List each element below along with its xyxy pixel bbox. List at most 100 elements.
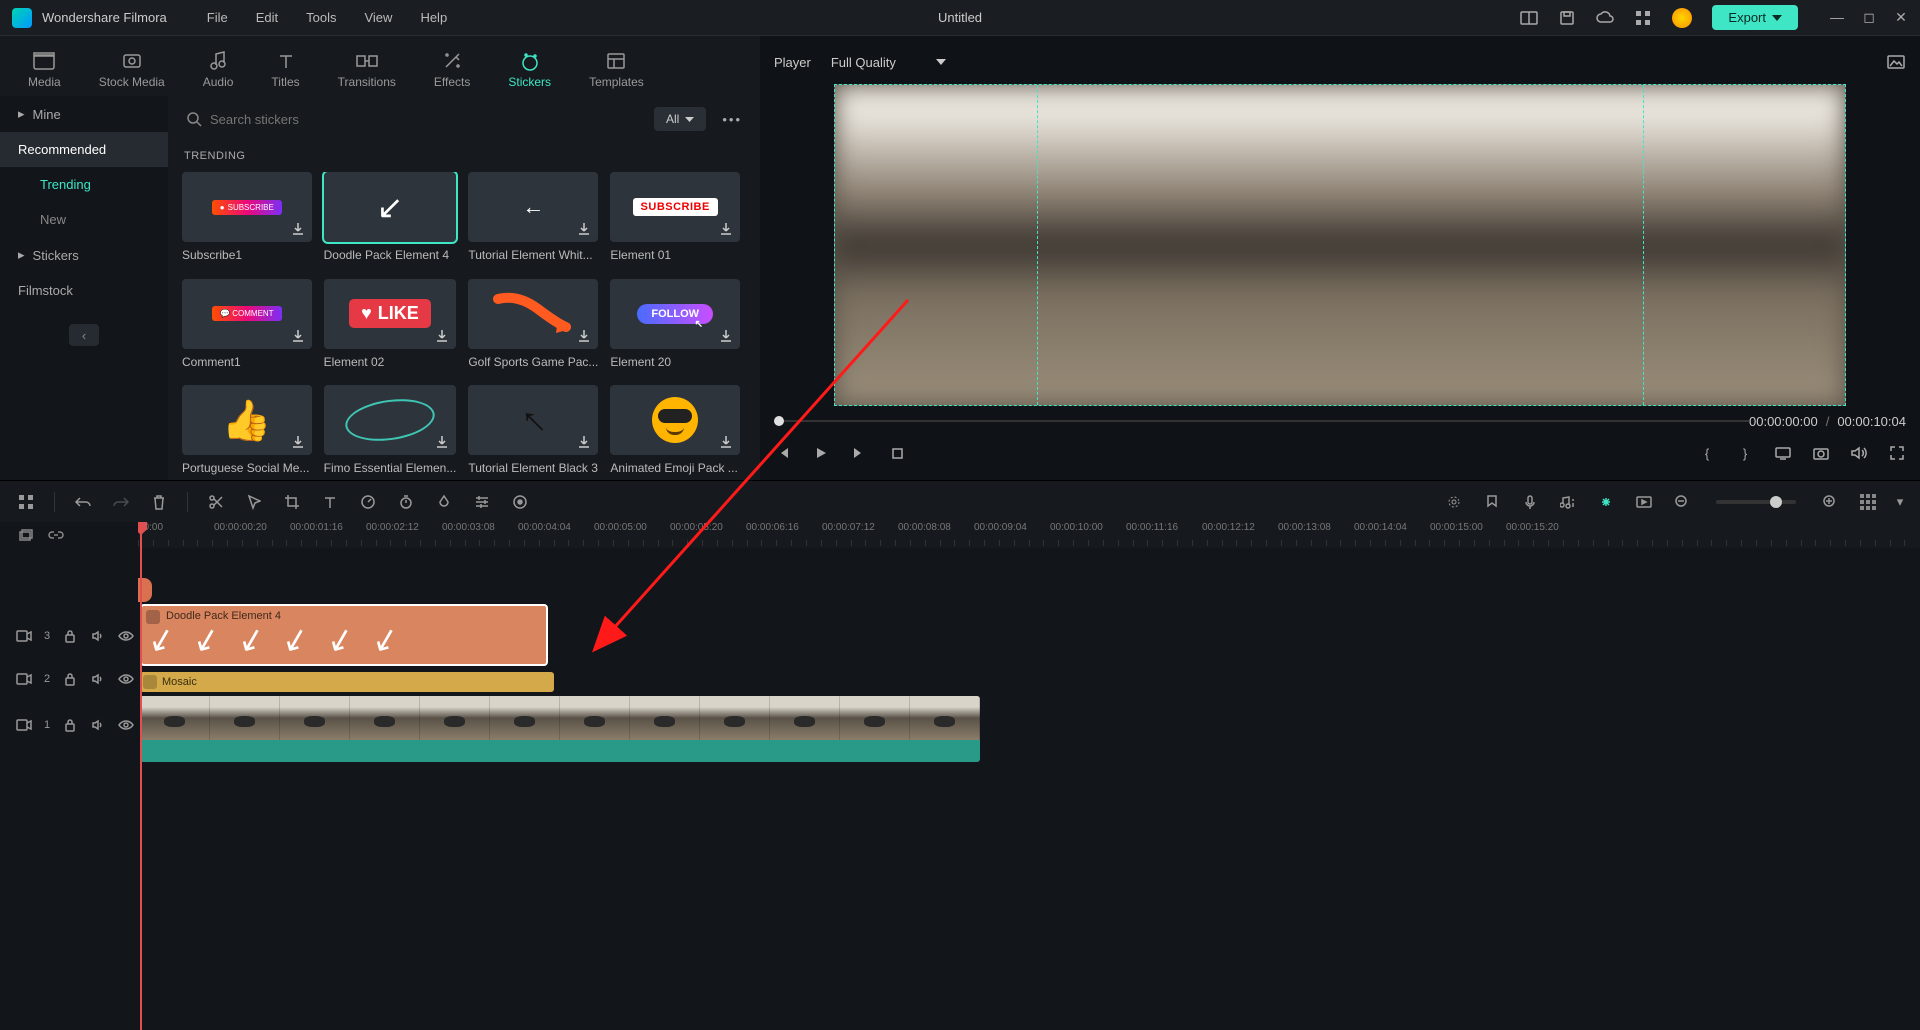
split-button[interactable] xyxy=(206,492,226,512)
mute-icon[interactable] xyxy=(90,671,106,687)
tab-titles[interactable]: Titles xyxy=(261,42,309,96)
sticker-card[interactable]: ♥ LIKEElement 02 xyxy=(324,279,457,374)
sidebar-sub-new[interactable]: New xyxy=(0,202,168,237)
sticker-card[interactable]: ←Tutorial Element Whit... xyxy=(468,172,598,267)
mark-in-button[interactable]: { xyxy=(1698,444,1716,462)
sticker-card[interactable]: Golf Sports Game Pac... xyxy=(468,279,598,374)
lock-icon[interactable] xyxy=(62,628,78,644)
more-options-button[interactable]: ••• xyxy=(718,108,746,131)
display-button[interactable] xyxy=(1774,444,1792,462)
user-avatar-icon[interactable] xyxy=(1672,8,1692,28)
grid-toggle-icon[interactable] xyxy=(16,492,36,512)
menu-view[interactable]: View xyxy=(364,10,392,25)
magnetic-button[interactable] xyxy=(1596,492,1616,512)
window-maximize-icon[interactable]: ◻ xyxy=(1862,9,1876,26)
snapshot-button[interactable] xyxy=(1886,54,1906,70)
mute-icon[interactable] xyxy=(90,717,106,733)
sidebar-item-stickers[interactable]: ▸Stickers xyxy=(0,237,168,273)
track-header-1[interactable]: 1 xyxy=(0,690,138,760)
sticker-card[interactable]: 👍Portuguese Social Me... xyxy=(182,385,312,480)
export-button[interactable]: Export xyxy=(1712,5,1798,30)
menu-edit[interactable]: Edit xyxy=(256,10,278,25)
volume-button[interactable] xyxy=(1850,444,1868,462)
layout-icon[interactable] xyxy=(1520,9,1538,27)
marker-button[interactable] xyxy=(1482,492,1502,512)
download-icon[interactable] xyxy=(718,328,734,344)
timer-button[interactable] xyxy=(396,492,416,512)
link-button[interactable] xyxy=(48,527,64,543)
add-track-button[interactable] xyxy=(18,527,34,543)
sticker-card[interactable]: FOLLOW↖Element 20 xyxy=(610,279,740,374)
cloud-icon[interactable] xyxy=(1596,9,1614,27)
clip-fx[interactable]: Mosaic xyxy=(140,672,554,692)
apps-icon[interactable] xyxy=(1634,9,1652,27)
download-icon[interactable] xyxy=(576,434,592,450)
preview-viewport[interactable] xyxy=(834,84,1846,406)
view-options-button[interactable] xyxy=(1858,492,1878,512)
sticker-card[interactable]: Animated Emoji Pack ... xyxy=(610,385,740,480)
timeline-body[interactable]: 00:0000:00:00:2000:00:01:1600:00:02:1200… xyxy=(138,522,1920,1030)
sidebar-item-mine[interactable]: ▸Mine xyxy=(0,96,168,132)
save-icon[interactable] xyxy=(1558,9,1576,27)
playhead[interactable] xyxy=(140,522,142,1030)
tab-stock-media[interactable]: Stock Media xyxy=(89,42,175,96)
tab-stickers[interactable]: Stickers xyxy=(498,42,561,96)
download-icon[interactable] xyxy=(434,328,450,344)
tab-media[interactable]: Media xyxy=(18,42,71,96)
sticker-card[interactable]: SUBSCRIBEElement 01 xyxy=(610,172,740,267)
undo-button[interactable] xyxy=(73,492,93,512)
tab-audio[interactable]: Audio xyxy=(193,42,244,96)
download-icon[interactable] xyxy=(434,434,450,450)
download-icon[interactable] xyxy=(290,221,306,237)
speed-button[interactable] xyxy=(358,492,378,512)
delete-button[interactable] xyxy=(149,492,169,512)
sidebar-sub-trending[interactable]: Trending xyxy=(0,167,168,202)
filter-dropdown[interactable]: All xyxy=(654,107,706,131)
sticker-card[interactable]: Fimo Essential Elemen... xyxy=(324,385,457,480)
enhance-button[interactable] xyxy=(1444,492,1464,512)
lock-icon[interactable] xyxy=(62,717,78,733)
quality-dropdown[interactable]: Full Quality xyxy=(831,55,946,70)
visibility-icon[interactable] xyxy=(118,671,134,687)
track-header-2[interactable]: 2 xyxy=(0,668,138,690)
mark-out-button[interactable]: } xyxy=(1736,444,1754,462)
sidebar-item-filmstock[interactable]: Filmstock xyxy=(0,273,168,308)
menu-help[interactable]: Help xyxy=(420,10,447,25)
sticker-card[interactable]: ↑Tutorial Element Black 3 xyxy=(468,385,598,480)
scrub-bar[interactable]: 00:00:00:00 / 00:00:10:04 xyxy=(774,416,1906,426)
dropdown-arrow-icon[interactable]: ▾ xyxy=(1896,492,1904,512)
download-icon[interactable] xyxy=(576,328,592,344)
lock-icon[interactable] xyxy=(62,671,78,687)
zoom-out-button[interactable] xyxy=(1672,492,1692,512)
download-icon[interactable] xyxy=(718,221,734,237)
download-icon[interactable] xyxy=(576,221,592,237)
next-frame-button[interactable] xyxy=(850,444,868,462)
voiceover-button[interactable] xyxy=(1520,492,1540,512)
crop-button[interactable] xyxy=(282,492,302,512)
select-tool-button[interactable] xyxy=(244,492,264,512)
tab-effects[interactable]: Effects xyxy=(424,42,480,96)
redo-button[interactable] xyxy=(111,492,131,512)
stop-button[interactable] xyxy=(888,444,906,462)
keyframe-button[interactable] xyxy=(510,492,530,512)
visibility-icon[interactable] xyxy=(118,717,134,733)
track-header-3[interactable]: 3 xyxy=(0,604,138,668)
sticker-card[interactable]: 💬 COMMENTComment1 xyxy=(182,279,312,374)
camera-button[interactable] xyxy=(1812,444,1830,462)
fullscreen-button[interactable] xyxy=(1888,444,1906,462)
sidebar-collapse-button[interactable]: ‹ xyxy=(69,324,99,346)
play-button[interactable] xyxy=(812,444,830,462)
clip-video[interactable]: unnamed xyxy=(140,696,980,762)
menu-tools[interactable]: Tools xyxy=(306,10,336,25)
tab-templates[interactable]: Templates xyxy=(579,42,654,96)
menu-file[interactable]: File xyxy=(207,10,228,25)
color-button[interactable] xyxy=(434,492,454,512)
window-minimize-icon[interactable]: — xyxy=(1830,9,1844,26)
mute-icon[interactable] xyxy=(90,628,106,644)
search-input[interactable] xyxy=(210,112,638,127)
adjust-button[interactable] xyxy=(472,492,492,512)
render-button[interactable] xyxy=(1634,492,1654,512)
sticker-card[interactable]: ● SUBSCRIBESubscribe1 xyxy=(182,172,312,267)
timeline-ruler[interactable]: 00:0000:00:00:2000:00:01:1600:00:02:1200… xyxy=(138,522,1920,548)
download-icon[interactable] xyxy=(290,328,306,344)
